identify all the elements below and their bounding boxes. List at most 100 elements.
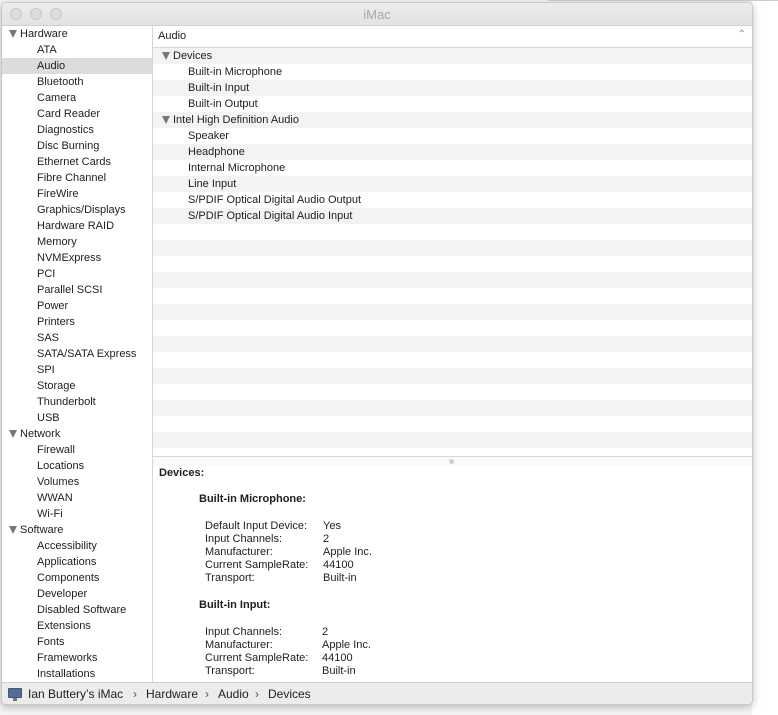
detail-property-key: Transport: [205,665,255,677]
sidebar-item-pci[interactable]: PCI [2,266,152,282]
divider-handle-icon[interactable] [449,459,454,464]
path-crumb-hardware[interactable]: Hardware [146,687,198,701]
sidebar-item-wwan[interactable]: WWAN [2,490,152,506]
tree-group-label: Devices [173,50,213,62]
detail-property-key: Current SampleRate: [205,652,309,664]
sidebar-group-hardware[interactable]: Hardware [2,26,152,42]
disclosure-triangle-icon[interactable] [9,430,17,438]
system-information-window: iMac Hardware ATA Audio Bluetooth Camera Card… [1,2,753,705]
title-bar[interactable]: iMac [2,3,752,26]
detail-property-value: 2 [322,626,329,638]
tree-group-label: Intel High Definition Audio [173,114,299,126]
detail-property-value: 44100 [323,559,354,571]
sidebar-item-accessibility[interactable]: Accessibility [2,538,152,554]
empty-table-row [153,224,752,240]
sidebar-item-applications[interactable]: Applications [2,554,152,570]
background-window-edge [548,0,778,1]
sidebar-item-fibre-channel[interactable]: Fibre Channel [2,170,152,186]
detail-device-name: Built-in Input: [199,599,271,611]
sidebar-item-storage[interactable]: Storage [2,378,152,394]
tree-item-s-pdif-optical-digital-audio-output[interactable]: S/PDIF Optical Digital Audio Output [153,192,752,208]
sidebar-group-network[interactable]: Network [2,426,152,442]
path-crumb-audio[interactable]: Audio [218,687,249,701]
empty-table-row [153,320,752,336]
sidebar-item-extensions[interactable]: Extensions [2,618,152,634]
sidebar-group-software[interactable]: Software [2,522,152,538]
empty-table-row [153,304,752,320]
detail-property-key: Manufacturer: [205,639,273,651]
sidebar-item-bluetooth[interactable]: Bluetooth [2,74,152,90]
empty-table-row [153,272,752,288]
sidebar-item-fonts[interactable]: Fonts [2,634,152,650]
empty-table-row [153,352,752,368]
sidebar-item-components[interactable]: Components [2,570,152,586]
empty-table-row [153,288,752,304]
sidebar-item-wi-fi[interactable]: Wi-Fi [2,506,152,522]
sort-chevron-icon[interactable]: ⌃ [738,29,746,40]
tree-item-headphone[interactable]: Headphone [153,144,752,160]
empty-table-row [153,240,752,256]
empty-table-row [153,256,752,272]
path-bar: Ian Buttery’s iMac › Hardware › Audio › Device… [2,682,752,704]
chevron-right-icon: › [255,687,259,701]
sidebar-item-power[interactable]: Power [2,298,152,314]
detail-property-value: 2 [323,533,330,545]
sidebar-item-firewire[interactable]: FireWire [2,186,152,202]
tree-item-speaker[interactable]: Speaker [153,128,752,144]
detail-device-name: Built-in Microphone: [199,493,306,505]
sidebar-item-ata[interactable]: ATA [2,42,152,58]
sidebar-item-printers[interactable]: Printers [2,314,152,330]
sidebar-item-ethernet-cards[interactable]: Ethernet Cards [2,154,152,170]
sidebar-item-locations[interactable]: Locations [2,458,152,474]
sidebar-item-developer[interactable]: Developer [2,586,152,602]
sidebar-item-firewall[interactable]: Firewall [2,442,152,458]
sidebar-item-disc-burning[interactable]: Disc Burning [2,138,152,154]
tree-item-line-input[interactable]: Line Input [153,176,752,192]
tree-item-built-in-microphone[interactable]: Built-in Microphone [153,64,752,80]
sidebar-group-label: Hardware [20,28,68,40]
sidebar-item-thunderbolt[interactable]: Thunderbolt [2,394,152,410]
disclosure-triangle-icon[interactable] [162,52,170,60]
detail-property-value: Built-in [323,572,357,584]
disclosure-triangle-icon[interactable] [9,526,17,534]
sidebar-item-disabled-software[interactable]: Disabled Software [2,602,152,618]
tree-item-internal-microphone[interactable]: Internal Microphone [153,160,752,176]
sidebar-item-card-reader[interactable]: Card Reader [2,106,152,122]
path-crumb-devices[interactable]: Devices [268,687,311,701]
detail-property-value: Built-in [322,665,356,677]
column-header-label: Audio [158,30,187,42]
detail-heading: Devices: [159,467,205,479]
sidebar-item-memory[interactable]: Memory [2,234,152,250]
path-crumb-ian-buttery-s-imac[interactable]: Ian Buttery’s iMac [28,687,123,701]
empty-table-row [153,432,752,448]
empty-table-row [153,400,752,416]
imac-icon [8,688,22,698]
sidebar-item-hardware-raid[interactable]: Hardware RAID [2,218,152,234]
sidebar-item-diagnostics[interactable]: Diagnostics [2,122,152,138]
sidebar-item-camera[interactable]: Camera [2,90,152,106]
tree-group-intel-high-definition-audio[interactable]: Intel High Definition Audio [153,112,752,128]
window-title: iMac [363,7,391,22]
sidebar-item-graphics-displays[interactable]: Graphics/Displays [2,202,152,218]
sidebar-item-installations[interactable]: Installations [2,666,152,682]
tree-item-built-in-output[interactable]: Built-in Output [153,96,752,112]
sidebar-item-parallel-scsi[interactable]: Parallel SCSI [2,282,152,298]
sidebar-item-frameworks[interactable]: Frameworks [2,650,152,666]
detail-property-key: Transport: [205,572,255,584]
imac-stand-icon [13,698,17,701]
sidebar-item-usb[interactable]: USB [2,410,152,426]
column-header-audio[interactable]: Audio ⌃ [153,26,752,48]
tree-item-s-pdif-optical-digital-audio-input[interactable]: S/PDIF Optical Digital Audio Input [153,208,752,224]
sidebar-item-audio[interactable]: Audio [2,58,152,74]
tree-item-built-in-input[interactable]: Built-in Input [153,80,752,96]
sidebar-group-label: Software [20,524,64,536]
sidebar-item-sas[interactable]: SAS [2,330,152,346]
sidebar-item-spi[interactable]: SPI [2,362,152,378]
sidebar-item-sata-sata-express[interactable]: SATA/SATA Express [2,346,152,362]
chevron-right-icon: › [205,687,209,701]
tree-group-devices[interactable]: Devices [153,48,752,64]
sidebar-item-volumes[interactable]: Volumes [2,474,152,490]
disclosure-triangle-icon[interactable] [162,116,170,124]
disclosure-triangle-icon[interactable] [9,30,17,38]
sidebar-item-nvmexpress[interactable]: NVMExpress [2,250,152,266]
